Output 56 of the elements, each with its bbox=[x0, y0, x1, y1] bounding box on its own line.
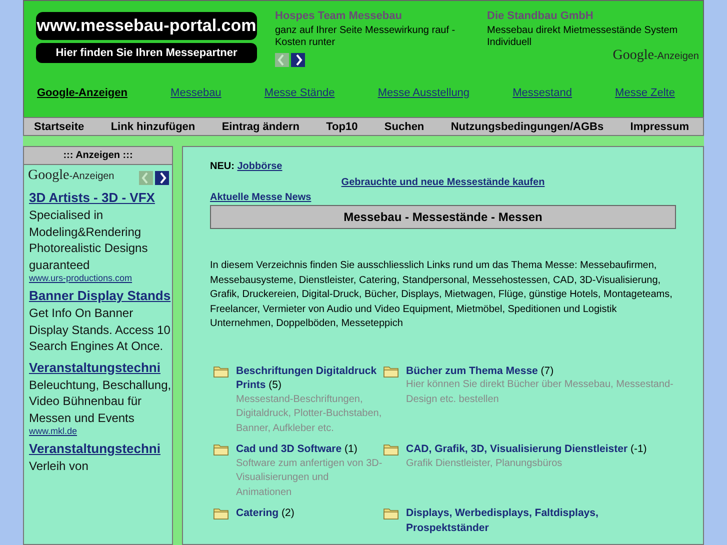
ad-url-link[interactable]: www.mkl.de bbox=[29, 426, 172, 436]
intro-text: In diesem Verzeichnis finden Sie ausschliesslich Links rund um das Thema Messe: Messebaufirmen, Messebausysteme, Dienstleister, Catering, Standpersonal, Messehostessen, CAD, 3D-Visualisierung, Grafik, Druckereien, Digital-Druck, Bücher, Displays, Mietwagen, Flüge, günstige Hotels, Montageteams, Freelancer, Vermieter von Audio und Video Equipment, Mietmöbel, Speditionen und Logistik Unternehmen, Doppelböden, Messeteppich bbox=[210, 259, 674, 331]
jobs-link[interactable]: Jobbörse bbox=[237, 161, 282, 172]
ad-title-link[interactable]: 3D Artists - 3D - VFX bbox=[29, 189, 172, 207]
folder-icon bbox=[383, 364, 399, 378]
ad-text: Specialised in Modeling&Rendering Photorealistic Designs guaranteed bbox=[29, 207, 149, 273]
folder-icon bbox=[213, 364, 229, 378]
folder-icon bbox=[213, 507, 229, 520]
category-link[interactable]: CAD, Grafik, 3D, Visualisierung Dienstleister (-1) bbox=[406, 442, 647, 456]
section-heading: Messebau - Messestände - Messen bbox=[210, 205, 676, 229]
ad-brand-label: Google bbox=[28, 168, 70, 184]
category-link[interactable]: Bücher zum Thema Messe (7) bbox=[406, 364, 676, 378]
nav-link[interactable]: Startseite bbox=[34, 120, 84, 132]
ad-text: ganz auf Ihrer Seite Messewirkung rauf - Kosten runter bbox=[275, 25, 456, 48]
category-link[interactable]: Beschriftungen Digitaldruck Prints (5) bbox=[236, 364, 383, 392]
ad-title-link[interactable]: Veranstaltungstechni bbox=[29, 440, 172, 458]
nav-link[interactable]: Suchen bbox=[384, 120, 424, 132]
ad-text: Verleih von bbox=[29, 458, 90, 474]
ad-link[interactable]: Messebau bbox=[170, 87, 222, 112]
nav-link[interactable]: Link hinzufügen bbox=[110, 120, 196, 132]
new-label: NEU: bbox=[210, 161, 234, 172]
category-description: Hier können Sie direkt Bücher über Messebau, Messestand-Design etc. bestellen bbox=[406, 378, 674, 406]
category-link[interactable]: Cad und 3D Software (1) bbox=[236, 442, 383, 456]
folder-icon bbox=[213, 443, 229, 456]
ad-text: Messebau direkt Mietmessestände System Individuell bbox=[487, 25, 678, 48]
ad-url-link[interactable]: www.urs-productions.com bbox=[29, 273, 172, 283]
sidebar-title: ::: Anzeigen ::: bbox=[24, 147, 172, 165]
ad-link[interactable]: Messestand bbox=[512, 87, 572, 112]
ad-text: Beleuchtung, Beschallung, Video Bühnenbau für Messen und Events bbox=[29, 376, 172, 426]
site-logo[interactable]: www.messebau-portal.com bbox=[36, 12, 257, 40]
ad-link[interactable]: Messe Stände bbox=[264, 87, 335, 112]
ad-title-link[interactable]: Banner Display Stands bbox=[29, 287, 172, 305]
ad-title-link[interactable]: Veranstaltungstechni bbox=[29, 358, 172, 376]
ad-label: -Anzeigen bbox=[69, 170, 116, 182]
folder-icon bbox=[383, 507, 399, 520]
ads-label: Google-Anzeigen bbox=[37, 87, 128, 101]
ad-text: Get Info On Banner Display Stands. Access 10 Search Engines At Once. bbox=[29, 305, 172, 354]
category-link[interactable]: Catering (2) bbox=[236, 506, 294, 520]
folder-icon bbox=[383, 443, 399, 456]
category-description: Software zum anfertigen von 3D-Visualisierungen und Animationen bbox=[236, 456, 383, 500]
next-button[interactable] bbox=[155, 171, 169, 185]
buy-stands-link[interactable]: Gebrauchte und neue Messestände kaufen bbox=[341, 177, 545, 188]
ad-label: -Anzeigen bbox=[654, 51, 699, 62]
ad-link[interactable]: Messe Ausstellung bbox=[378, 87, 470, 112]
nav-link[interactable]: Nutzungsbedingungen/AGBs bbox=[450, 120, 604, 132]
next-button[interactable] bbox=[291, 53, 305, 67]
category-description: Grafik Dienstleister, Planungsbüros bbox=[406, 456, 564, 470]
category-link[interactable]: Displays, Werbedisplays, Faltdisplays, Prospektständer bbox=[406, 506, 676, 535]
category-description: Messestand-Beschriftungen, Digitaldruck, Plotter-Buchstaben, Banner, Aufkleber etc. bbox=[236, 392, 383, 436]
nav-link[interactable]: Top10 bbox=[326, 120, 358, 132]
ad-brand-label: Google bbox=[612, 48, 654, 64]
ad-link[interactable]: Messe Zelte bbox=[615, 87, 675, 112]
news-link[interactable]: Aktuelle Messe News bbox=[210, 192, 312, 203]
nav-link[interactable]: Impressum bbox=[630, 120, 689, 132]
nav-link[interactable]: Eintrag ändern bbox=[222, 120, 300, 132]
tagline: Hier finden Sie Ihren Messepartner bbox=[36, 43, 257, 63]
